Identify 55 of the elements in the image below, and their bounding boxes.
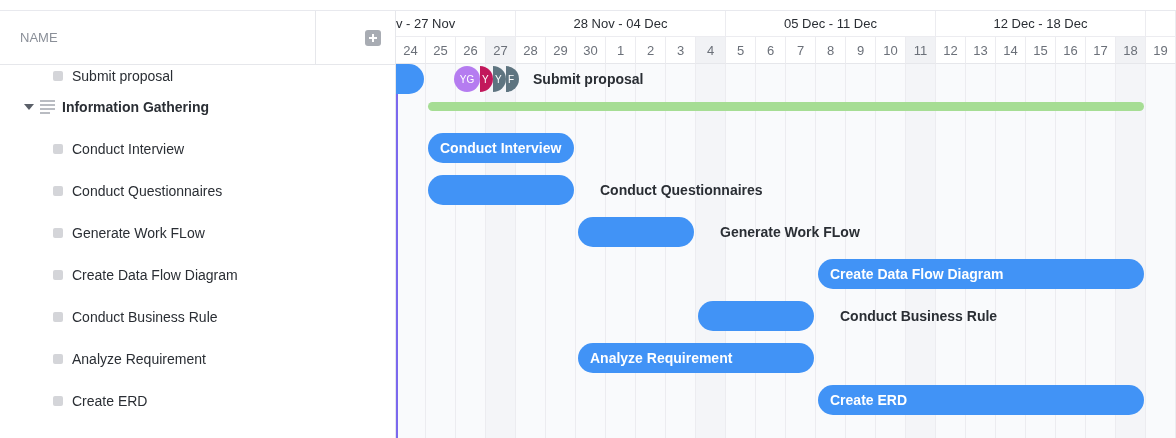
task-name[interactable]: Generate Work FLow — [72, 225, 205, 241]
day-cell: 28 — [516, 37, 546, 64]
task-bullet-icon — [53, 228, 63, 238]
task-bar[interactable] — [578, 217, 694, 247]
list-icon — [40, 100, 55, 114]
task-bullet-icon — [53, 270, 63, 280]
day-cell: 14 — [996, 37, 1026, 64]
task-bullet-icon — [53, 70, 63, 81]
day-cell: 8 — [816, 37, 846, 64]
bar-label: Conduct Business Rule — [840, 308, 998, 324]
week-label: 05 Dec - 11 Dec — [784, 16, 877, 31]
day-cell: 25 — [426, 37, 456, 64]
task-bullet-icon — [53, 312, 63, 322]
day-cell: 9 — [846, 37, 876, 64]
day-cell: 27 — [486, 37, 516, 64]
task-name[interactable]: Conduct Business Rule — [72, 309, 218, 325]
bar-label: Submit proposal — [533, 71, 644, 87]
day-cell: 7 — [786, 37, 816, 64]
day-cell: 4 — [696, 37, 726, 64]
day-cell: 2 — [636, 37, 666, 64]
day-cell: 11 — [906, 37, 936, 64]
group-name[interactable]: Information Gathering — [62, 99, 209, 115]
task-name[interactable]: Analyze Requirement — [72, 351, 206, 367]
avatar[interactable]: F — [506, 66, 519, 92]
task-name[interactable]: Conduct Interview — [72, 141, 185, 157]
task-name[interactable]: Create ERD — [72, 393, 148, 409]
day-cell: 6 — [756, 37, 786, 64]
task-bullet-icon — [53, 354, 63, 364]
day-cell: 5 — [726, 37, 756, 64]
task-bar[interactable] — [428, 175, 574, 205]
week-label: 28 Nov - 04 Dec — [573, 16, 668, 31]
bar-label: Conduct Questionnaires — [600, 182, 763, 198]
week-label: 12 Dec - 18 Dec — [993, 16, 1088, 31]
summary-bar[interactable] — [428, 101, 1144, 111]
day-cell: 12 — [936, 37, 966, 64]
day-cell: 16 — [1056, 37, 1086, 64]
bar-label: Generate Work FLow — [720, 224, 860, 240]
day-cell: 18 — [1116, 37, 1146, 64]
task-bullet-icon — [53, 186, 63, 196]
day-cell: 19 — [1146, 37, 1176, 64]
task-bar[interactable] — [396, 64, 424, 94]
day-cell: 1 — [606, 37, 636, 64]
task-name[interactable]: Submit proposal — [72, 67, 174, 84]
task-name[interactable]: Create Data Flow Diagram — [72, 267, 238, 283]
task-bullet-icon — [53, 396, 63, 406]
add-column-icon[interactable] — [365, 29, 381, 46]
task-bullet-icon — [53, 144, 63, 154]
week-label: v - 27 Nov — [396, 16, 456, 31]
caret-icon[interactable] — [24, 104, 34, 110]
day-cell: 30 — [576, 37, 606, 64]
task-bar[interactable] — [698, 301, 814, 331]
day-cell: 15 — [1026, 37, 1056, 64]
day-cell: 29 — [546, 37, 576, 64]
task-name[interactable]: Conduct Questionnaires — [72, 183, 223, 199]
day-cell: 13 — [966, 37, 996, 64]
